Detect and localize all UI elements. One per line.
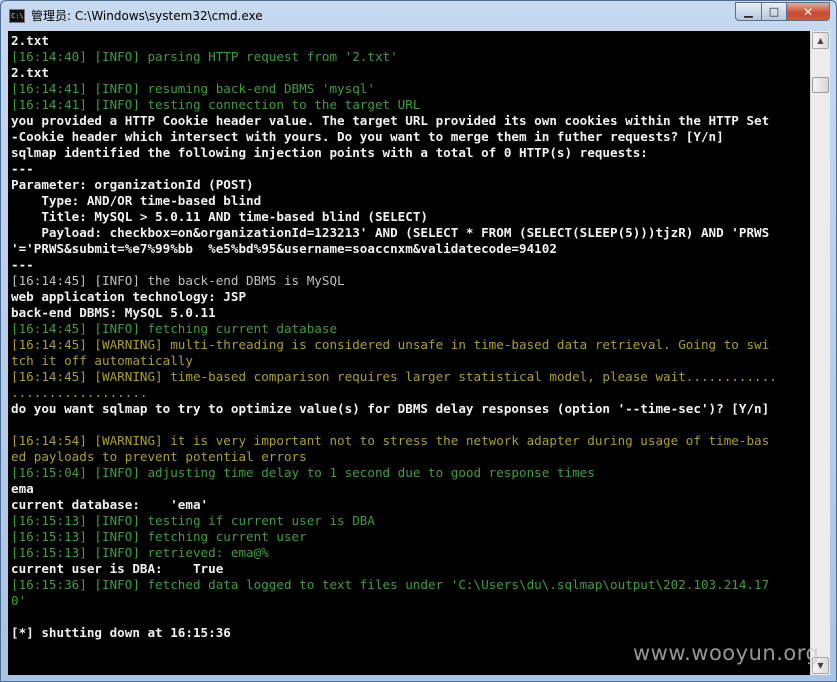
console-line: [16:14:40] [INFO] parsing HTTP request f… — [11, 49, 398, 64]
console-line: [16:14:41] [INFO] testing connection to … — [11, 97, 421, 112]
console-line: [16:14:45] [INFO] the back-end DBMS is M… — [11, 273, 345, 288]
console-line: .................. — [11, 385, 148, 400]
minimize-button[interactable]: ▁ — [735, 2, 761, 21]
console-line: [16:14:45] [INFO] fetching current datab… — [11, 321, 338, 336]
console-line: tch it off automatically — [11, 353, 193, 368]
minimize-icon: ▁ — [744, 5, 753, 18]
console-line: --- — [11, 161, 34, 176]
console-line: --- — [11, 257, 34, 272]
console-line: 0' — [11, 593, 27, 608]
console-line: [16:14:41] [INFO] resuming back-end DBMS… — [11, 81, 375, 96]
caption-buttons: ▁ □ ✕ — [735, 2, 830, 21]
cmd-window: C:\ 管理员: C:\Windows\system32\cmd.exe ▁ □… — [0, 0, 837, 682]
maximize-button[interactable]: □ — [761, 2, 786, 21]
console-line: [16:15:13] [INFO] testing if current use… — [11, 513, 375, 528]
watermark: www.wooyun.org — [633, 641, 820, 665]
console-line: -Cookie header which intersect with your… — [11, 129, 724, 144]
console-line: [16:15:04] [INFO] adjusting time delay t… — [11, 465, 595, 480]
console-line: [16:14:54] [WARNING] it is very importan… — [11, 433, 770, 448]
title-bar[interactable]: C:\ 管理员: C:\Windows\system32\cmd.exe ▁ □… — [1, 1, 836, 31]
cmd-icon[interactable]: C:\ — [9, 9, 25, 23]
console-line: Parameter: organizationId (POST) — [11, 177, 254, 192]
console-line: current database: 'ema' — [11, 497, 209, 512]
console-line: Title: MySQL > 5.0.11 AND time-based bli… — [11, 209, 429, 224]
console-line: Type: AND/OR time-based blind — [11, 193, 262, 208]
vertical-scrollbar[interactable]: ▲ ▼ — [810, 31, 830, 675]
console-line: you provided a HTTP Cookie header value.… — [11, 113, 770, 128]
window-title: 管理员: C:\Windows\system32\cmd.exe — [31, 9, 263, 23]
arrow-up-icon: ▲ — [817, 36, 824, 45]
console-line: ema — [11, 481, 34, 496]
maximize-icon: □ — [768, 5, 780, 18]
console-line: [*] shutting down at 16:15:36 — [11, 625, 231, 640]
console-line: [16:15:36] [INFO] fetched data logged to… — [11, 577, 770, 592]
console-line: [16:14:45] [WARNING] multi-threading is … — [11, 337, 770, 352]
console-line: web application technology: JSP — [11, 289, 247, 304]
console-line: 2.txt — [11, 33, 49, 48]
console-line: [16:15:13] [INFO] retrieved: ema@% — [11, 545, 269, 560]
console-line: [16:14:45] [WARNING] time-based comparis… — [11, 369, 777, 384]
scroll-up-button[interactable]: ▲ — [812, 32, 829, 49]
console-line: current user is DBA: True — [11, 561, 224, 576]
console-lines: 2.txt [16:14:40] [INFO] parsing HTTP requ… — [11, 33, 777, 641]
console-line: do you want sqlmap to try to optimize va… — [11, 401, 770, 416]
console-line: sqlmap identified the following injectio… — [11, 145, 648, 160]
console-line: back-end DBMS: MySQL 5.0.11 — [11, 305, 216, 320]
close-icon: ✕ — [802, 4, 814, 19]
console-line: ed payloads to prevent potential errors — [11, 449, 307, 464]
console-line: 2.txt — [11, 65, 49, 80]
console-line: [16:15:13] [INFO] fetching current user — [11, 529, 307, 544]
console-line: Payload: checkbox=on&organizationId=1232… — [11, 225, 770, 240]
console-output[interactable]: 2.txt [16:14:40] [INFO] parsing HTTP requ… — [8, 31, 810, 675]
console-line: '='PRWS&submit=%e7%99%bb %e5%bd%95&usern… — [11, 241, 557, 256]
close-button[interactable]: ✕ — [786, 2, 830, 21]
scrollbar-thumb[interactable] — [812, 77, 829, 93]
